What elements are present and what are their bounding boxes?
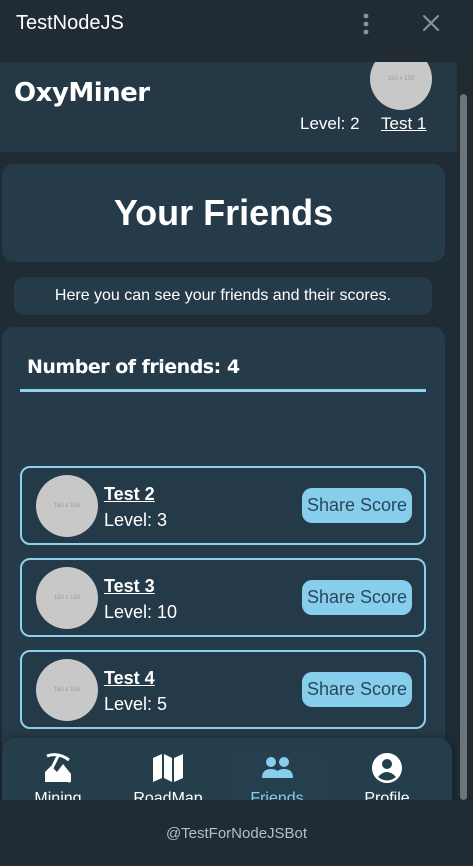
avatar-placeholder-text: 150 x 150 [53,503,81,509]
nav-item-roadmap[interactable]: RoadMap [118,752,218,800]
friend-avatar[interactable]: 150 x 150 [36,659,98,721]
avatar-placeholder-text: 150 x 150 [387,76,415,82]
bot-handle: @TestForNodeJSBot [165,824,308,842]
nav-label: Profile [364,790,410,800]
friend-level: Level: 5 [104,694,168,714]
share-score-button[interactable]: Share Score [302,672,412,707]
friend-card: 150 x 150 Test 3 Level: 10 Share Score [20,558,426,637]
nav-label: RoadMap [133,790,203,800]
username-link[interactable]: Test 1 [381,114,426,134]
page-title: Your Friends [113,192,334,233]
scrollbar-thumb[interactable] [460,94,467,800]
friend-name-link[interactable]: Test 4 [104,668,155,689]
page-title-card: Your Friends [2,164,445,262]
avatar-placeholder-text: 150 x 150 [53,595,81,601]
nav-item-friends[interactable]: Friends [227,752,327,800]
bottom-nav: Mining RoadMap Friends Profile [2,738,452,800]
footer: @TestForNodeJSBot [0,800,473,866]
friend-card: 150 x 150 Test 4 Level: 5 Share Score [20,650,426,729]
friend-card: 150 x 150 Test 2 Level: 3 Share Score [20,466,426,545]
share-score-button[interactable]: Share Score [302,488,412,523]
friend-avatar[interactable]: 150 x 150 [36,475,98,537]
user-level: Level: 2 [300,114,360,133]
friend-name-link[interactable]: Test 3 [104,576,155,597]
user-avatar[interactable]: 150 x 150 [370,62,432,110]
page-subtitle: Here you can see your friends and their … [54,287,392,304]
share-score-button[interactable]: Share Score [302,580,412,615]
friend-avatar[interactable]: 150 x 150 [36,567,98,629]
more-vertical-icon[interactable] [358,12,374,38]
user-circle-icon [372,753,402,783]
page-subtitle-card: Here you can see your friends and their … [14,277,432,315]
divider [20,389,426,392]
friend-name-link[interactable]: Test 2 [104,484,155,505]
nav-label: Mining [34,790,82,800]
title-bar: TestNodeJS [0,0,473,50]
nav-label: Friends [250,790,304,800]
window-title: TestNodeJS [16,12,124,34]
friends-panel: Number of friends: 4 150 x 150 Test 2 Le… [2,327,445,800]
brand-name: OxyMiner [14,78,150,108]
close-icon[interactable] [420,12,442,34]
avatar-placeholder-text: 150 x 150 [53,687,81,693]
map-icon [153,754,183,782]
content-scroll-area[interactable]: OxyMiner 150 x 150 Level: 2 Test 1 Your … [0,62,457,800]
nav-item-profile[interactable]: Profile [337,752,437,800]
friend-level: Level: 3 [104,510,168,530]
mining-icon [45,753,72,784]
app-header: OxyMiner 150 x 150 Level: 2 Test 1 [0,62,457,152]
friends-count: Number of friends: 4 [27,356,240,378]
users-icon [262,757,293,778]
nav-item-mining[interactable]: Mining [8,752,108,800]
friend-level: Level: 10 [104,602,178,622]
